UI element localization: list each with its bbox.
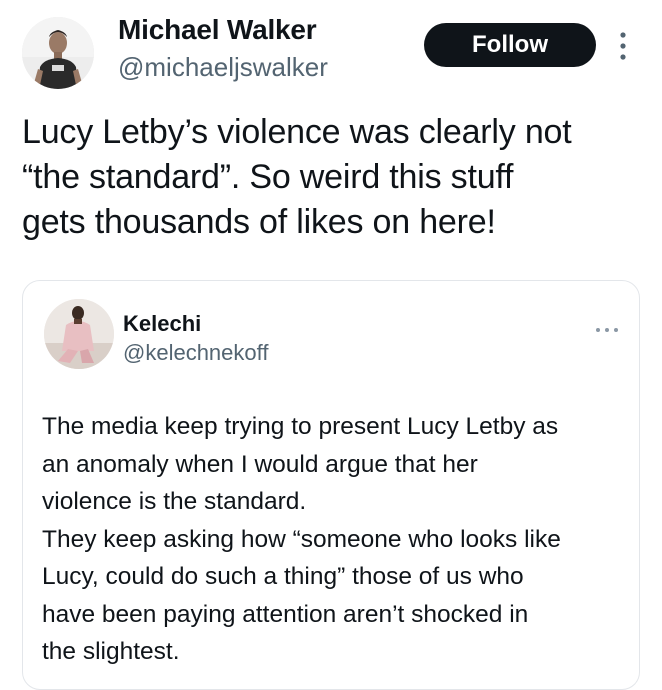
follow-button[interactable]: Follow <box>424 23 596 67</box>
author-avatar[interactable] <box>22 17 94 89</box>
user-avatar-photo-icon <box>44 299 114 369</box>
quoted-author-avatar[interactable] <box>44 299 114 369</box>
post-text: Lucy Letby’s violence was clearly not “t… <box>22 113 572 241</box>
quoted-author-name[interactable]: Kelechi <box>123 311 201 337</box>
more-vertical-icon[interactable] <box>618 31 628 61</box>
quoted-post-text: The media keep trying to present Lucy Le… <box>42 413 561 665</box>
post: Michael Walker @michaeljswalker Follow L… <box>0 0 662 690</box>
user-avatar-photo-icon <box>22 17 94 89</box>
author-handle[interactable]: @michaeljswalker <box>118 52 328 83</box>
author-name[interactable]: Michael Walker <box>118 14 317 46</box>
quoted-author-handle[interactable]: @kelechnekoff <box>123 340 268 366</box>
quoted-post-card[interactable]: Kelechi @kelechnekoff The media keep try… <box>22 280 640 690</box>
more-horizontal-icon[interactable] <box>595 320 619 332</box>
